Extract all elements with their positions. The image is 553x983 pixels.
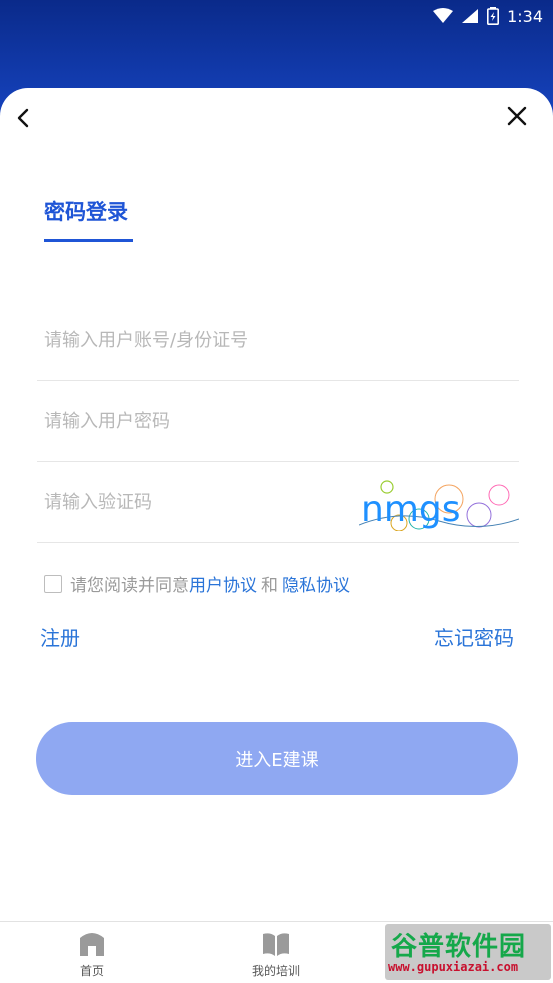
agreement-checkbox[interactable] [44, 574, 62, 593]
submit-button[interactable]: 进入E建课 [36, 722, 518, 795]
captcha-image[interactable]: nmgs [359, 475, 519, 531]
back-button[interactable] [12, 106, 36, 130]
watermark-title: 谷普软件园 [391, 932, 527, 962]
password-input[interactable] [44, 382, 344, 461]
tab-password-login[interactable]: 密码登录 [44, 196, 128, 226]
home-icon [80, 933, 104, 956]
register-link[interactable]: 注册 [40, 622, 80, 651]
password-field-row [37, 382, 519, 462]
forgot-password-link[interactable]: 忘记密码 [434, 622, 514, 651]
close-icon [507, 106, 527, 126]
agreement-row: 请您阅读并同意 用户协议 和 隐私协议 [44, 571, 350, 596]
watermark-url: www.gupuxiazai.com [388, 960, 519, 974]
agreement-and: 和 [261, 576, 278, 596]
captcha-input[interactable] [44, 463, 324, 542]
nav-item-home[interactable]: 首页 [52, 930, 132, 979]
account-input[interactable] [44, 301, 344, 380]
account-field-row [37, 301, 519, 381]
captcha-text: nmgs [361, 489, 461, 530]
user-agreement-link[interactable]: 用户协议 [189, 571, 257, 596]
tab-active-indicator [44, 239, 133, 242]
wifi-icon [433, 8, 454, 24]
battery-icon [487, 7, 500, 25]
captcha-field-row: nmgs [37, 463, 519, 543]
signal-icon [461, 8, 479, 24]
nav-label-home: 首页 [79, 964, 104, 978]
chevron-left-icon [17, 108, 29, 128]
nav-item-my-training[interactable]: 我的培训 [236, 930, 316, 979]
watermark: 谷普软件园 www.gupuxiazai.com [385, 924, 551, 980]
book-icon [263, 933, 289, 956]
close-button[interactable] [505, 104, 529, 128]
status-time: 1:34 [507, 6, 543, 26]
nav-label-my-training: 我的培训 [251, 964, 300, 978]
agreement-prefix: 请您阅读并同意 [70, 576, 189, 596]
login-sheet: 密码登录 nmgs 请您阅读并同意 用户协议 和 隐私协议 注册 忘记密码 进入… [0, 88, 553, 921]
status-bar: 1:34 [0, 0, 553, 32]
privacy-policy-link[interactable]: 隐私协议 [282, 571, 350, 596]
